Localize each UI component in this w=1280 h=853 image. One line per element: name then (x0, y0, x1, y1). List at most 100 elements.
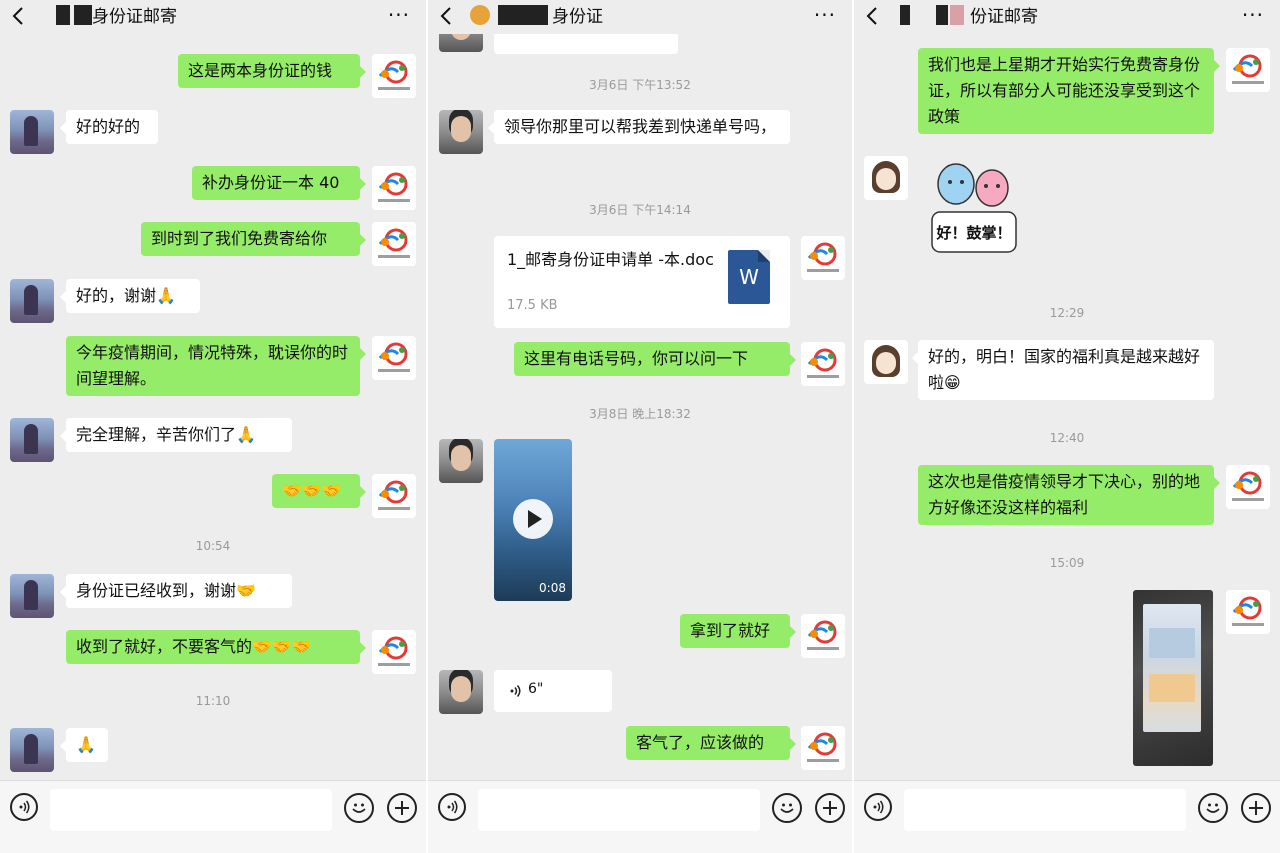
voice-icon[interactable] (864, 793, 892, 821)
contact-avatar[interactable] (864, 340, 908, 384)
timestamp: 10:54 (195, 539, 231, 553)
voice-wave-icon (510, 685, 521, 697)
message-bubble: 好的，明白！国家的福利真是越来越好啦😁 (912, 340, 1214, 400)
contact-avatar[interactable] (864, 156, 908, 200)
chat-pane-3: 份证邮寄 ··· 我们也是上星期才开始实行免费寄身份证，所以有部分人可能还没享受… (854, 0, 1280, 853)
plus-icon[interactable] (1241, 793, 1271, 823)
chat-title: 身份证 (470, 4, 603, 30)
message-bubble: 完全理解，辛苦你们了🙏 (60, 418, 292, 452)
chat-pane-2: 身份证 ··· 3月6日 下午13:52 领导你那里可以帮我差到快递单号吗， 3… (428, 0, 852, 853)
voice-icon[interactable] (438, 793, 466, 821)
timestamp: 11:10 (195, 694, 231, 708)
play-icon[interactable] (513, 499, 553, 539)
redacted-name (74, 5, 92, 25)
my-avatar-logo-icon[interactable] (801, 236, 845, 280)
timestamp: 3月6日 下午14:14 (589, 203, 691, 217)
back-chevron-left-icon[interactable] (436, 4, 458, 28)
voice-length: 6" (528, 681, 544, 697)
sticker-text: 好！鼓掌！ (936, 224, 1012, 242)
file-size: 17.5 KB (507, 298, 558, 313)
contact-avatar[interactable] (439, 670, 483, 714)
video-duration: 0:08 (539, 581, 566, 595)
message-bubble: 🤝🤝🤝 (272, 474, 366, 508)
my-avatar-logo-icon[interactable] (1226, 465, 1270, 509)
redacted-name (56, 5, 70, 25)
more-dots-icon[interactable]: ··· (1242, 4, 1264, 26)
sticker-message[interactable]: 好！鼓掌！ (924, 156, 1020, 260)
timestamp: 12:29 (1049, 306, 1085, 320)
contact-avatar[interactable] (10, 279, 54, 323)
previous-message-bubble (494, 34, 678, 54)
message-bubble: 到时到了我们免费寄给你 (141, 222, 366, 256)
tiger-emoji-icon (470, 5, 490, 25)
emoji-icon[interactable] (772, 793, 802, 823)
message-bubble: 好的好的 (60, 110, 158, 144)
message-bubble: 拿到了就好 (680, 614, 796, 648)
chat-title: 份证邮寄 (900, 4, 1038, 30)
back-chevron-left-icon[interactable] (862, 4, 884, 28)
chat-title: 身份证邮寄 (56, 4, 177, 30)
message-bubble: 身份证已经收到，谢谢🤝 (60, 574, 292, 608)
contact-avatar[interactable] (439, 110, 483, 154)
emoji-icon[interactable] (344, 793, 374, 823)
message-list: 3月6日 下午13:52 领导你那里可以帮我差到快递单号吗， 3月6日 下午14… (428, 34, 852, 781)
my-avatar-logo-icon[interactable] (372, 630, 416, 674)
video-message[interactable]: 0:08 (494, 439, 572, 601)
my-avatar-logo-icon[interactable] (801, 342, 845, 386)
message-bubble: 这次也是借疫情领导才下决心，别的地方好像还没这样的福利 (918, 465, 1220, 525)
phone-screen-image (1143, 604, 1201, 732)
redacted-name (950, 5, 964, 25)
message-bubble: 收到了就好，不要客气的🤝🤝🤝 (66, 630, 366, 664)
chat-pane-1: 身份证邮寄 ··· 这是两本身份证的钱 好的好的 补办身份证一本 40 到时到了… (0, 0, 426, 853)
contact-avatar[interactable] (10, 110, 54, 154)
input-bar (854, 780, 1280, 853)
contact-avatar[interactable] (10, 728, 54, 772)
my-avatar-logo-icon[interactable] (801, 726, 845, 770)
my-avatar-logo-icon[interactable] (1226, 590, 1270, 634)
message-bubble: 领导你那里可以帮我差到快递单号吗， (488, 110, 790, 144)
input-bar (428, 780, 852, 853)
plus-icon[interactable] (815, 793, 845, 823)
contact-avatar[interactable] (439, 34, 483, 52)
my-avatar-logo-icon[interactable] (1226, 48, 1270, 92)
message-list: 这是两本身份证的钱 好的好的 补办身份证一本 40 到时到了我们免费寄给你 好的… (0, 34, 426, 781)
input-bar (0, 780, 426, 853)
contact-avatar[interactable] (439, 439, 483, 483)
back-chevron-left-icon[interactable] (8, 4, 30, 28)
redacted-name (936, 5, 948, 25)
message-bubble: 我们也是上星期才开始实行免费寄身份证，所以有部分人可能还没享受到这个政策 (918, 48, 1220, 134)
contact-avatar[interactable] (10, 574, 54, 618)
redacted-name (900, 5, 910, 25)
more-dots-icon[interactable]: ··· (388, 4, 410, 26)
emoji-icon[interactable] (1198, 793, 1228, 823)
my-avatar-logo-icon[interactable] (372, 222, 416, 266)
message-input[interactable] (478, 789, 760, 831)
message-input[interactable] (904, 789, 1186, 831)
message-bubble: 客气了，应该做的 (626, 726, 796, 760)
file-message-card[interactable]: 1_邮寄身份证申请单 -本.doc 17.5 KB W (494, 236, 790, 328)
my-avatar-logo-icon[interactable] (372, 54, 416, 98)
my-avatar-logo-icon[interactable] (801, 614, 845, 658)
voice-icon[interactable] (10, 793, 38, 821)
clapping-characters-sticker-icon (931, 163, 1017, 253)
photo-message[interactable] (1133, 590, 1213, 766)
timestamp: 3月6日 下午13:52 (589, 78, 691, 92)
plus-icon[interactable] (387, 793, 417, 823)
my-avatar-logo-icon[interactable] (372, 336, 416, 380)
chat-header: 份证邮寄 ··· (854, 0, 1280, 34)
chat-header: 身份证 ··· (428, 0, 852, 34)
chat-title-text: 份证邮寄 (970, 7, 1038, 27)
contact-avatar[interactable] (10, 418, 54, 462)
timestamp: 3月8日 晚上18:32 (589, 407, 691, 421)
message-input[interactable] (50, 789, 332, 831)
message-bubble: 今年疫情期间，情况特殊，耽误你的时间望理解。 (66, 336, 366, 396)
message-bubble: 🙏 (60, 728, 108, 762)
my-avatar-logo-icon[interactable] (372, 166, 416, 210)
message-list: 我们也是上星期才开始实行免费寄身份证，所以有部分人可能还没享受到这个政策 好！鼓… (854, 34, 1280, 781)
more-dots-icon[interactable]: ··· (814, 4, 836, 26)
message-bubble: 补办身份证一本 40 (192, 166, 366, 200)
my-avatar-logo-icon[interactable] (372, 474, 416, 518)
chat-screenshots: 身份证邮寄 ··· 这是两本身份证的钱 好的好的 补办身份证一本 40 到时到了… (0, 0, 1280, 853)
voice-message[interactable]: 6" (494, 670, 612, 712)
timestamp: 12:40 (1049, 431, 1085, 445)
